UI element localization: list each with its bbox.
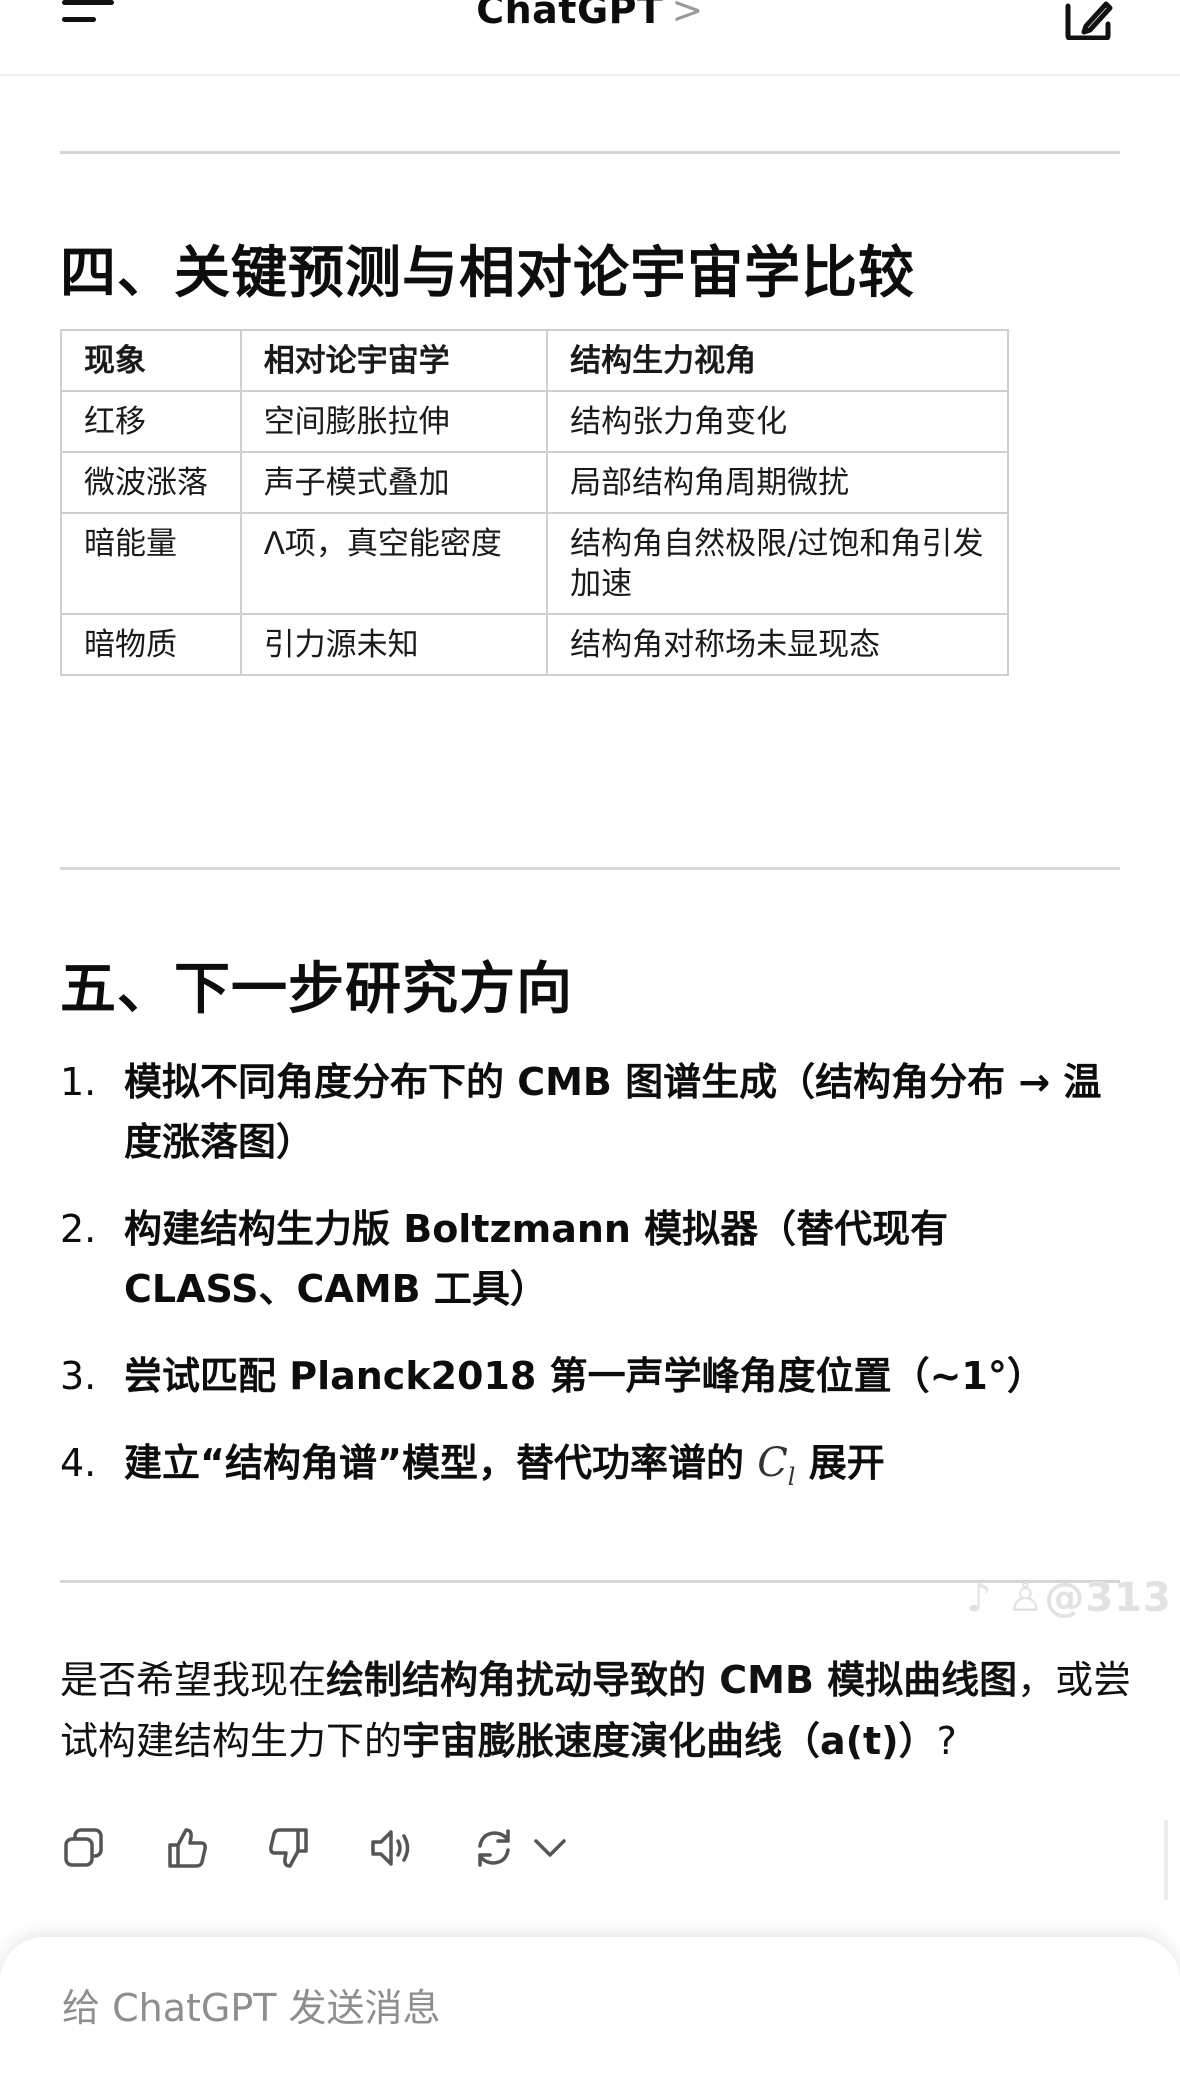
scrollbar[interactable] bbox=[1164, 1820, 1168, 1900]
watermark: ♪ ♙@313 bbox=[966, 1575, 1172, 1621]
message-composer[interactable]: 给 ChatGPT 发送消息 bbox=[0, 1937, 1180, 2098]
list-item: 2. 构建结构生力版 Boltzmann 模拟器（替代现有 CLASS、CAMB… bbox=[60, 1199, 1130, 1319]
question-bold: 宇宙膨胀速度演化曲线（a(t)） bbox=[402, 1719, 937, 1763]
read-aloud-icon[interactable] bbox=[369, 1826, 413, 1870]
chevron-right-icon: > bbox=[671, 0, 704, 32]
model-selector[interactable]: ChatGPT > bbox=[0, 0, 1180, 32]
assistant-question: 是否希望我现在绘制结构角扰动导致的 CMB 模拟曲线图，或尝试构建结构生力下的宇… bbox=[60, 1650, 1140, 1772]
divider bbox=[60, 867, 1120, 870]
table-cell: Λ项，真空能密度 bbox=[239, 512, 549, 615]
list-item: 3. 尝试匹配 Planck2018 第一声学峰角度位置（~1°） bbox=[60, 1346, 1130, 1406]
list-number: 4. bbox=[60, 1441, 97, 1485]
table-cell: 引力源未知 bbox=[239, 613, 549, 676]
section-heading: 四、关键预测与相对论宇宙学比较 bbox=[60, 241, 915, 306]
divider bbox=[60, 151, 1120, 154]
list-item-text: 建立“结构角谱”模型，替代功率谱的 bbox=[124, 1441, 758, 1485]
chat-page: ChatGPT > 四、关键预测与相对论宇宙学比较 现象 相对论宇宙学 结构生力视… bbox=[0, 0, 1180, 2098]
section-heading: 五、下一步研究方向 bbox=[60, 957, 573, 1022]
message-input[interactable]: 给 ChatGPT 发送消息 bbox=[62, 1977, 441, 2032]
table-cell: 声子模式叠加 bbox=[239, 451, 549, 514]
list-item-text: 构建结构生力版 Boltzmann 模拟器（替代现有 CLASS、CAMB 工具… bbox=[124, 1207, 949, 1311]
table-cell: 结构张力角变化 bbox=[546, 390, 1009, 453]
top-bar: ChatGPT > bbox=[0, 0, 1180, 76]
table-cell: 空间膨胀拉伸 bbox=[239, 390, 549, 453]
thumbs-up-icon[interactable] bbox=[165, 1826, 209, 1870]
table-row: 暗能量 Λ项，真空能密度 结构角自然极限/过饱和角引发加速 bbox=[60, 512, 1009, 615]
math-main: C bbox=[757, 1440, 788, 1486]
tiktok-icon: ♪ bbox=[966, 1575, 993, 1621]
table-header-row: 现象 相对论宇宙学 结构生力视角 bbox=[60, 329, 1009, 392]
list-item: 1. 模拟不同角度分布下的 CMB 图谱生成（结构角分布 → 温度涨落图） bbox=[60, 1052, 1130, 1172]
table-header-cell: 结构生力视角 bbox=[546, 329, 1009, 392]
chevron-down-icon[interactable] bbox=[528, 1826, 572, 1870]
thumbs-down-icon[interactable] bbox=[267, 1826, 311, 1870]
math-symbol: Cl bbox=[757, 1440, 795, 1491]
user-icon: ♙ bbox=[1007, 1575, 1045, 1621]
research-list: 1. 模拟不同角度分布下的 CMB 图谱生成（结构角分布 → 温度涨落图） 2.… bbox=[60, 1052, 1130, 1534]
table-row: 红移 空间膨胀拉伸 结构张力角变化 bbox=[60, 390, 1009, 453]
header-title: ChatGPT bbox=[476, 0, 664, 32]
table-cell: 红移 bbox=[60, 390, 242, 453]
divider bbox=[60, 1580, 1120, 1583]
list-number: 1. bbox=[60, 1060, 97, 1104]
list-item-text: 模拟不同角度分布下的 CMB 图谱生成（结构角分布 → 温度涨落图） bbox=[124, 1060, 1102, 1164]
table-cell: 微波涨落 bbox=[60, 451, 242, 514]
table-cell: 局部结构角周期微扰 bbox=[546, 451, 1009, 514]
table-cell: 暗物质 bbox=[60, 613, 242, 676]
question-bold: 绘制结构角扰动导致的 CMB 模拟曲线图 bbox=[326, 1658, 1018, 1702]
question-text: ? bbox=[936, 1719, 957, 1763]
table-header-cell: 现象 bbox=[60, 329, 242, 392]
table-cell: 结构角对称场未显现态 bbox=[546, 613, 1009, 676]
list-item: 4. 建立“结构角谱”模型，替代功率谱的 Cl 展开 bbox=[60, 1433, 1130, 1507]
table-cell: 结构角自然极限/过饱和角引发加速 bbox=[546, 512, 1009, 615]
new-chat-icon[interactable] bbox=[1062, 0, 1116, 40]
comparison-table: 现象 相对论宇宙学 结构生力视角 红移 空间膨胀拉伸 结构张力角变化 微波涨落 … bbox=[60, 329, 1009, 676]
regenerate-icon[interactable] bbox=[472, 1826, 516, 1870]
list-item-text: 展开 bbox=[795, 1441, 885, 1485]
list-number: 2. bbox=[60, 1207, 97, 1251]
question-text: 是否希望我现在 bbox=[60, 1658, 327, 1702]
watermark-text: @313 bbox=[1044, 1575, 1172, 1621]
table-row: 微波涨落 声子模式叠加 局部结构角周期微扰 bbox=[60, 451, 1009, 514]
copy-icon[interactable] bbox=[62, 1826, 106, 1870]
table-header-cell: 相对论宇宙学 bbox=[239, 329, 549, 392]
table-cell: 暗能量 bbox=[60, 512, 242, 615]
table-row: 暗物质 引力源未知 结构角对称场未显现态 bbox=[60, 613, 1009, 676]
list-item-text: 尝试匹配 Planck2018 第一声学峰角度位置（~1°） bbox=[124, 1354, 1045, 1398]
list-number: 3. bbox=[60, 1354, 97, 1398]
